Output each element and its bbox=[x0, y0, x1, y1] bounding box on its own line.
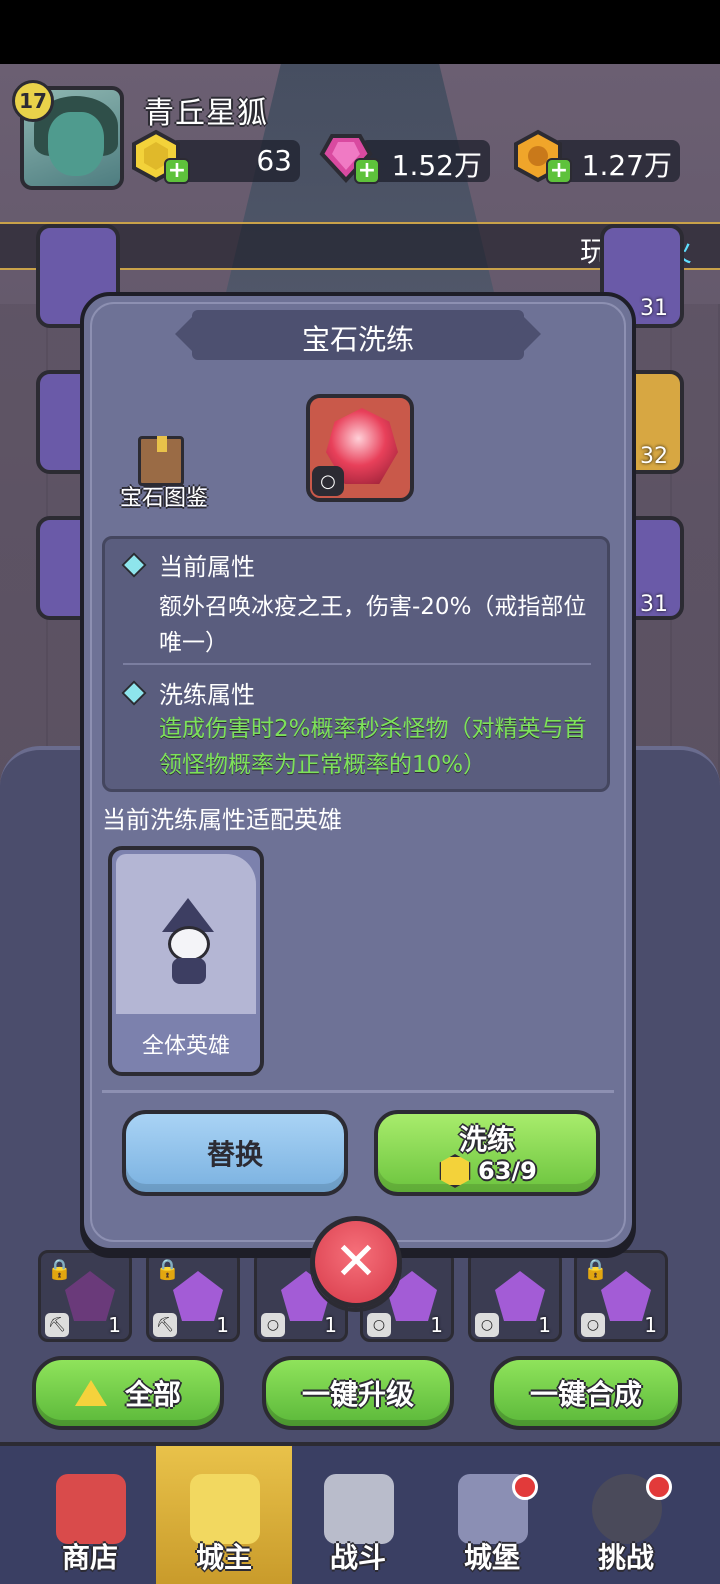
triangle-icon bbox=[74, 1380, 107, 1406]
gem-slot[interactable]: 🔒 ⛏ 1 bbox=[38, 1250, 132, 1342]
nav-shop[interactable]: 商店 bbox=[22, 1446, 158, 1584]
diamond-icon bbox=[121, 551, 147, 578]
replace-button[interactable]: 替换 bbox=[122, 1110, 348, 1196]
crossed-swords-icon bbox=[324, 1474, 394, 1544]
status-bar bbox=[0, 0, 720, 64]
refine-button[interactable]: 洗练 63/9 bbox=[374, 1110, 600, 1196]
refine-cost: 63/9 bbox=[438, 1154, 537, 1188]
side-value-2: 32 bbox=[640, 444, 668, 469]
nav-shop-label: 商店 bbox=[61, 1541, 118, 1574]
slot-count: 1 bbox=[108, 1313, 121, 1337]
lock-icon: 🔒 bbox=[47, 1257, 72, 1281]
merge-all-label: 一键合成 bbox=[529, 1378, 642, 1411]
filter-all-label: 全部 bbox=[124, 1378, 181, 1411]
coin-value: 63 bbox=[256, 144, 292, 177]
lock-icon: 🔒 bbox=[583, 1257, 608, 1281]
lock-icon: 🔒 bbox=[155, 1257, 180, 1281]
ring-icon: ○ bbox=[367, 1313, 391, 1337]
selected-gem[interactable]: ○ bbox=[306, 394, 414, 502]
bottom-nav: 商店 城主 战斗 城堡 挑战 bbox=[0, 1442, 720, 1584]
gem-slot[interactable]: ○ 1 bbox=[468, 1250, 562, 1342]
current-attr-header: 当前属性 bbox=[121, 547, 255, 582]
pickaxe-icon: ⛏ bbox=[45, 1313, 69, 1337]
slot-count: 1 bbox=[538, 1313, 551, 1337]
refine-cost-value: 63/9 bbox=[478, 1157, 537, 1185]
nav-castle-label: 城堡 bbox=[463, 1541, 520, 1574]
add-gold-button[interactable]: + bbox=[546, 158, 572, 184]
notification-dot bbox=[646, 1474, 672, 1500]
player-name: 青丘星狐 bbox=[144, 96, 268, 131]
ring-icon: ○ bbox=[581, 1313, 605, 1337]
gem-codex-button[interactable]: 宝石图鉴 bbox=[114, 434, 224, 514]
nav-battle[interactable]: 战斗 bbox=[290, 1446, 426, 1584]
slot-count: 1 bbox=[324, 1313, 337, 1337]
hero-card-label: 全体英雄 bbox=[141, 1034, 230, 1059]
current-attr-text: 额外召唤冰疫之王，伤害-20%（戒指部位唯一） bbox=[159, 594, 587, 656]
close-icon: ✕ bbox=[334, 1232, 378, 1292]
add-gem-button[interactable]: + bbox=[354, 158, 380, 184]
dialog-title: 宝石洗练 bbox=[301, 323, 414, 356]
close-button[interactable]: ✕ bbox=[310, 1216, 402, 1308]
dialog-divider bbox=[102, 1090, 614, 1093]
slot-count: 1 bbox=[644, 1313, 657, 1337]
slot-count: 1 bbox=[216, 1313, 229, 1337]
hero-body bbox=[172, 958, 206, 984]
ring-icon: ○ bbox=[312, 466, 344, 496]
merge-all-button[interactable]: 一键合成 bbox=[490, 1356, 682, 1430]
side-value-1: 31 bbox=[640, 296, 668, 321]
hero-head bbox=[168, 926, 210, 962]
shop-icon bbox=[56, 1474, 126, 1544]
gem-codex-label: 宝石图鉴 bbox=[119, 486, 208, 511]
diamond-icon bbox=[121, 679, 147, 706]
gem-value: 1.52万 bbox=[391, 149, 482, 182]
refine-label: 洗练 bbox=[458, 1123, 515, 1156]
fit-heroes-title: 当前洗练属性适配英雄 bbox=[102, 806, 342, 834]
pickaxe-icon: ⛏ bbox=[153, 1313, 177, 1337]
add-coin-button[interactable]: + bbox=[164, 158, 190, 184]
upgrade-all-label: 一键升级 bbox=[301, 1378, 414, 1411]
nav-lord[interactable]: 城主 bbox=[156, 1446, 292, 1584]
book-icon bbox=[138, 436, 184, 486]
nav-challenge-label: 挑战 bbox=[597, 1541, 654, 1574]
attr-divider bbox=[123, 663, 591, 665]
notification-dot bbox=[512, 1474, 538, 1500]
gem-refine-dialog: 宝石洗练 宝石图鉴 ○ 当前属性 额外召唤冰疫之王，伤害-20%（戒指部位唯一）… bbox=[80, 292, 636, 1252]
side-value-3: 31 bbox=[640, 592, 668, 617]
nav-battle-label: 战斗 bbox=[329, 1541, 386, 1574]
gold-resource: + 1.27万 bbox=[514, 129, 680, 184]
refine-attr-text: 造成伤害时2%概率秒杀怪物（对精英与首领怪物概率为正常概率的10%） bbox=[159, 716, 587, 778]
nav-challenge[interactable]: 挑战 bbox=[558, 1446, 694, 1584]
ring-icon: ○ bbox=[261, 1313, 285, 1337]
gold-value: 1.27万 bbox=[581, 149, 672, 182]
crown-icon bbox=[190, 1474, 260, 1544]
gem-resource: + 1.52万 bbox=[319, 134, 490, 184]
ring-icon: ○ bbox=[475, 1313, 499, 1337]
filter-all-button[interactable]: 全部 bbox=[32, 1356, 224, 1430]
refine-attr-header: 洗练属性 bbox=[121, 675, 255, 710]
nav-lord-label: 城主 bbox=[195, 1541, 252, 1574]
upgrade-all-button[interactable]: 一键升级 bbox=[262, 1356, 454, 1430]
replace-label: 替换 bbox=[206, 1138, 263, 1171]
gem-slot[interactable]: 🔒 ○ 1 bbox=[574, 1250, 668, 1342]
coin-icon bbox=[439, 1154, 471, 1188]
hero-card[interactable]: 全体英雄 bbox=[108, 846, 264, 1076]
level-badge: 17 bbox=[12, 80, 54, 122]
gem-slot[interactable]: 🔒 ⛏ 1 bbox=[146, 1250, 240, 1342]
refine-attr-title: 洗练属性 bbox=[159, 681, 255, 709]
current-attr-title: 当前属性 bbox=[159, 553, 255, 581]
attribute-box: 当前属性 额外召唤冰疫之王，伤害-20%（戒指部位唯一） 洗练属性 造成伤害时2… bbox=[102, 536, 610, 792]
nav-castle[interactable]: 城堡 bbox=[424, 1446, 560, 1584]
avatar-face bbox=[48, 112, 104, 176]
slot-count: 1 bbox=[430, 1313, 443, 1337]
coin-resource: + 63 bbox=[132, 129, 300, 184]
dialog-header: 宝石洗练 bbox=[192, 310, 524, 360]
